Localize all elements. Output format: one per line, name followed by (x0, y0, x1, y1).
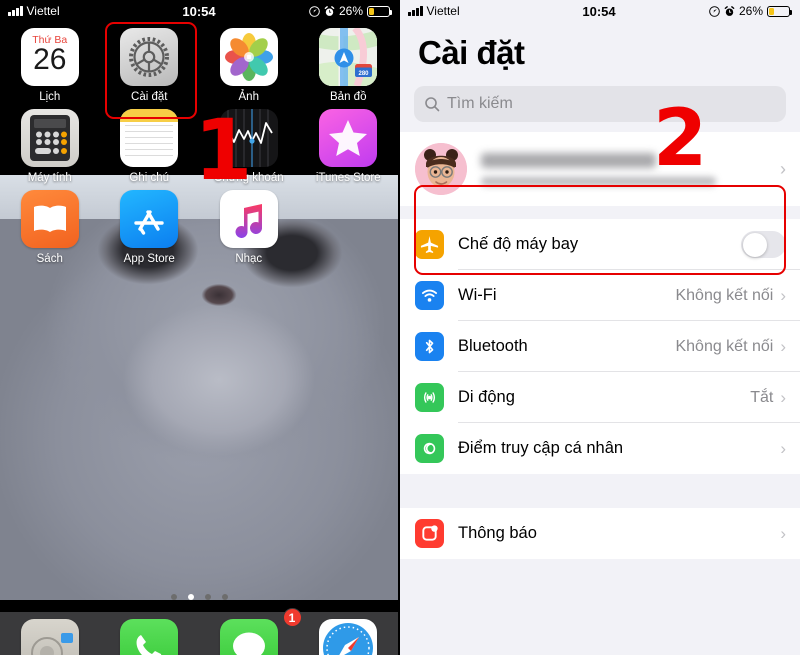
settings-row-value: Không kết nối (675, 286, 774, 304)
chevron-right-icon: › (780, 523, 786, 543)
chevron-right-icon: › (780, 336, 786, 356)
settings-row-label: Điểm truy cập cá nhân (458, 439, 624, 457)
bluetooth-icon (415, 332, 444, 361)
app-icon-itunes-store[interactable]: iTunes Store (299, 103, 399, 184)
cellular-icon (415, 383, 444, 412)
app-icon-anh[interactable]: Ảnh (199, 22, 299, 103)
settings-gear-icon (120, 28, 179, 86)
notifications-icon (415, 519, 444, 548)
screenshot-root: Viettel 10:54 26% Thứ Ba 26 Lịch Cài đặt… (0, 0, 800, 655)
page-dot[interactable] (204, 594, 211, 600)
page-indicator-dots[interactable] (0, 594, 398, 600)
airplane-icon (415, 230, 444, 259)
safari-icon (319, 619, 378, 655)
settings-group-notifications: Thông báo › (400, 508, 800, 559)
app-label: Máy tính (27, 172, 72, 184)
app-icon-app-store[interactable]: App Store (100, 184, 200, 265)
step-1-annotation: 1 (194, 101, 253, 199)
app-label: Ghi chú (129, 172, 170, 184)
settings-row-value: Không kết nối (675, 337, 774, 355)
app-icon-ban-do[interactable]: 280 Bản đồ (299, 22, 399, 103)
notes-icon (120, 109, 179, 167)
settings-row-label: Wi-Fi (458, 286, 497, 304)
battery-low-power-icon (767, 5, 792, 17)
app-label: Lịch (39, 91, 61, 103)
settings-row-notifications[interactable]: Thông báo › (400, 508, 800, 559)
dock-icon-phone[interactable] (100, 612, 200, 655)
settings-row-wifi[interactable]: Wi-Fi Không kết nối › (400, 270, 800, 321)
iphone-home-screen: Viettel 10:54 26% Thứ Ba 26 Lịch Cài đặt… (0, 0, 398, 655)
calculator-icon (20, 109, 79, 167)
account-text (481, 152, 780, 186)
settings-row-label: Di động (458, 388, 515, 406)
settings-row-bluetooth[interactable]: Bluetooth Không kết nối › (400, 321, 800, 372)
app-label: Nhạc (235, 253, 263, 265)
messages-icon (219, 619, 278, 655)
settings-row-value: Tắt (750, 388, 774, 406)
app-label: iTunes Store (315, 172, 381, 184)
page-dot[interactable] (221, 594, 228, 600)
settings-group-connectivity: Chế độ máy bay Wi-Fi Không kết nối › Blu… (400, 219, 800, 474)
itunes-store-icon (319, 109, 378, 167)
books-icon (20, 190, 79, 248)
camera-icon (20, 619, 79, 655)
ios-settings-screen: Viettel 10:54 26% Cài đặt Tìm kiếm › Chế… (400, 0, 800, 655)
app-label: Bản đồ (330, 91, 367, 103)
calendar-day-number: 26 (33, 43, 67, 76)
page-dot[interactable] (170, 594, 177, 600)
settings-row-label: Chế độ máy bay (458, 235, 579, 253)
messages-badge: 1 (282, 608, 302, 627)
search-bar[interactable]: Tìm kiếm (414, 86, 786, 122)
app-label: Cài đặt (131, 91, 168, 103)
search-icon (425, 97, 440, 112)
status-bar-home: Viettel 10:54 26% (0, 0, 398, 22)
dock-icon-messages[interactable]: 1 (199, 608, 302, 655)
phone-icon (120, 619, 179, 655)
account-name-blurred (481, 152, 656, 168)
hotspot-icon (415, 434, 444, 463)
app-slot-empty (299, 184, 399, 265)
app-icon-sach[interactable]: Sách (0, 184, 100, 265)
memoji-avatar (415, 143, 467, 195)
apple-id-account-row[interactable]: › (400, 132, 800, 206)
chevron-right-icon: › (780, 158, 786, 179)
chevron-right-icon: › (780, 387, 786, 407)
status-bar-clock: 10:54 (182, 3, 216, 19)
settings-row-label: Bluetooth (458, 337, 528, 355)
svg-text:280: 280 (359, 71, 370, 77)
app-icon-lich[interactable]: Thứ Ba 26 Lịch (0, 22, 100, 103)
home-dock: 1 (0, 608, 399, 655)
app-icon-ghi-chu[interactable]: Ghi chú (100, 103, 200, 184)
search-input[interactable]: Tìm kiếm (447, 95, 513, 113)
settings-row-personal-hotspot[interactable]: Điểm truy cập cá nhân › (400, 423, 800, 474)
status-bar-settings: Viettel 10:54 26% (400, 0, 798, 22)
wifi-icon (415, 281, 444, 310)
settings-row-airplane-mode[interactable]: Chế độ máy bay (400, 219, 800, 270)
app-icon-cai-dat[interactable]: Cài đặt (100, 22, 200, 103)
calendar-icon: Thứ Ba 26 (20, 28, 79, 86)
battery-low-power-icon (367, 5, 392, 17)
settings-row-label: Thông báo (458, 524, 537, 542)
app-label: App Store (123, 253, 175, 265)
dock-icon-safari[interactable] (299, 612, 399, 655)
airplane-mode-toggle[interactable] (741, 231, 786, 258)
app-label: Sách (36, 253, 63, 265)
app-icon-may-tinh[interactable]: Máy tính (0, 103, 100, 184)
settings-row-cellular[interactable]: Di động Tắt › (400, 372, 800, 423)
chevron-right-icon: › (780, 285, 786, 305)
chevron-right-icon: › (780, 438, 786, 458)
app-row-1: Thứ Ba 26 Lịch Cài đặt Ảnh 280 Bản đồ (0, 22, 398, 103)
page-dot-active[interactable] (187, 594, 194, 600)
panel-divider (398, 0, 400, 655)
step-2-annotation: 2 (653, 94, 708, 184)
dock-icon-camera[interactable] (0, 612, 100, 655)
maps-icon: 280 (319, 28, 378, 86)
photos-icon (219, 28, 278, 86)
app-store-icon (120, 190, 179, 248)
status-bar-clock: 10:54 (582, 3, 616, 19)
